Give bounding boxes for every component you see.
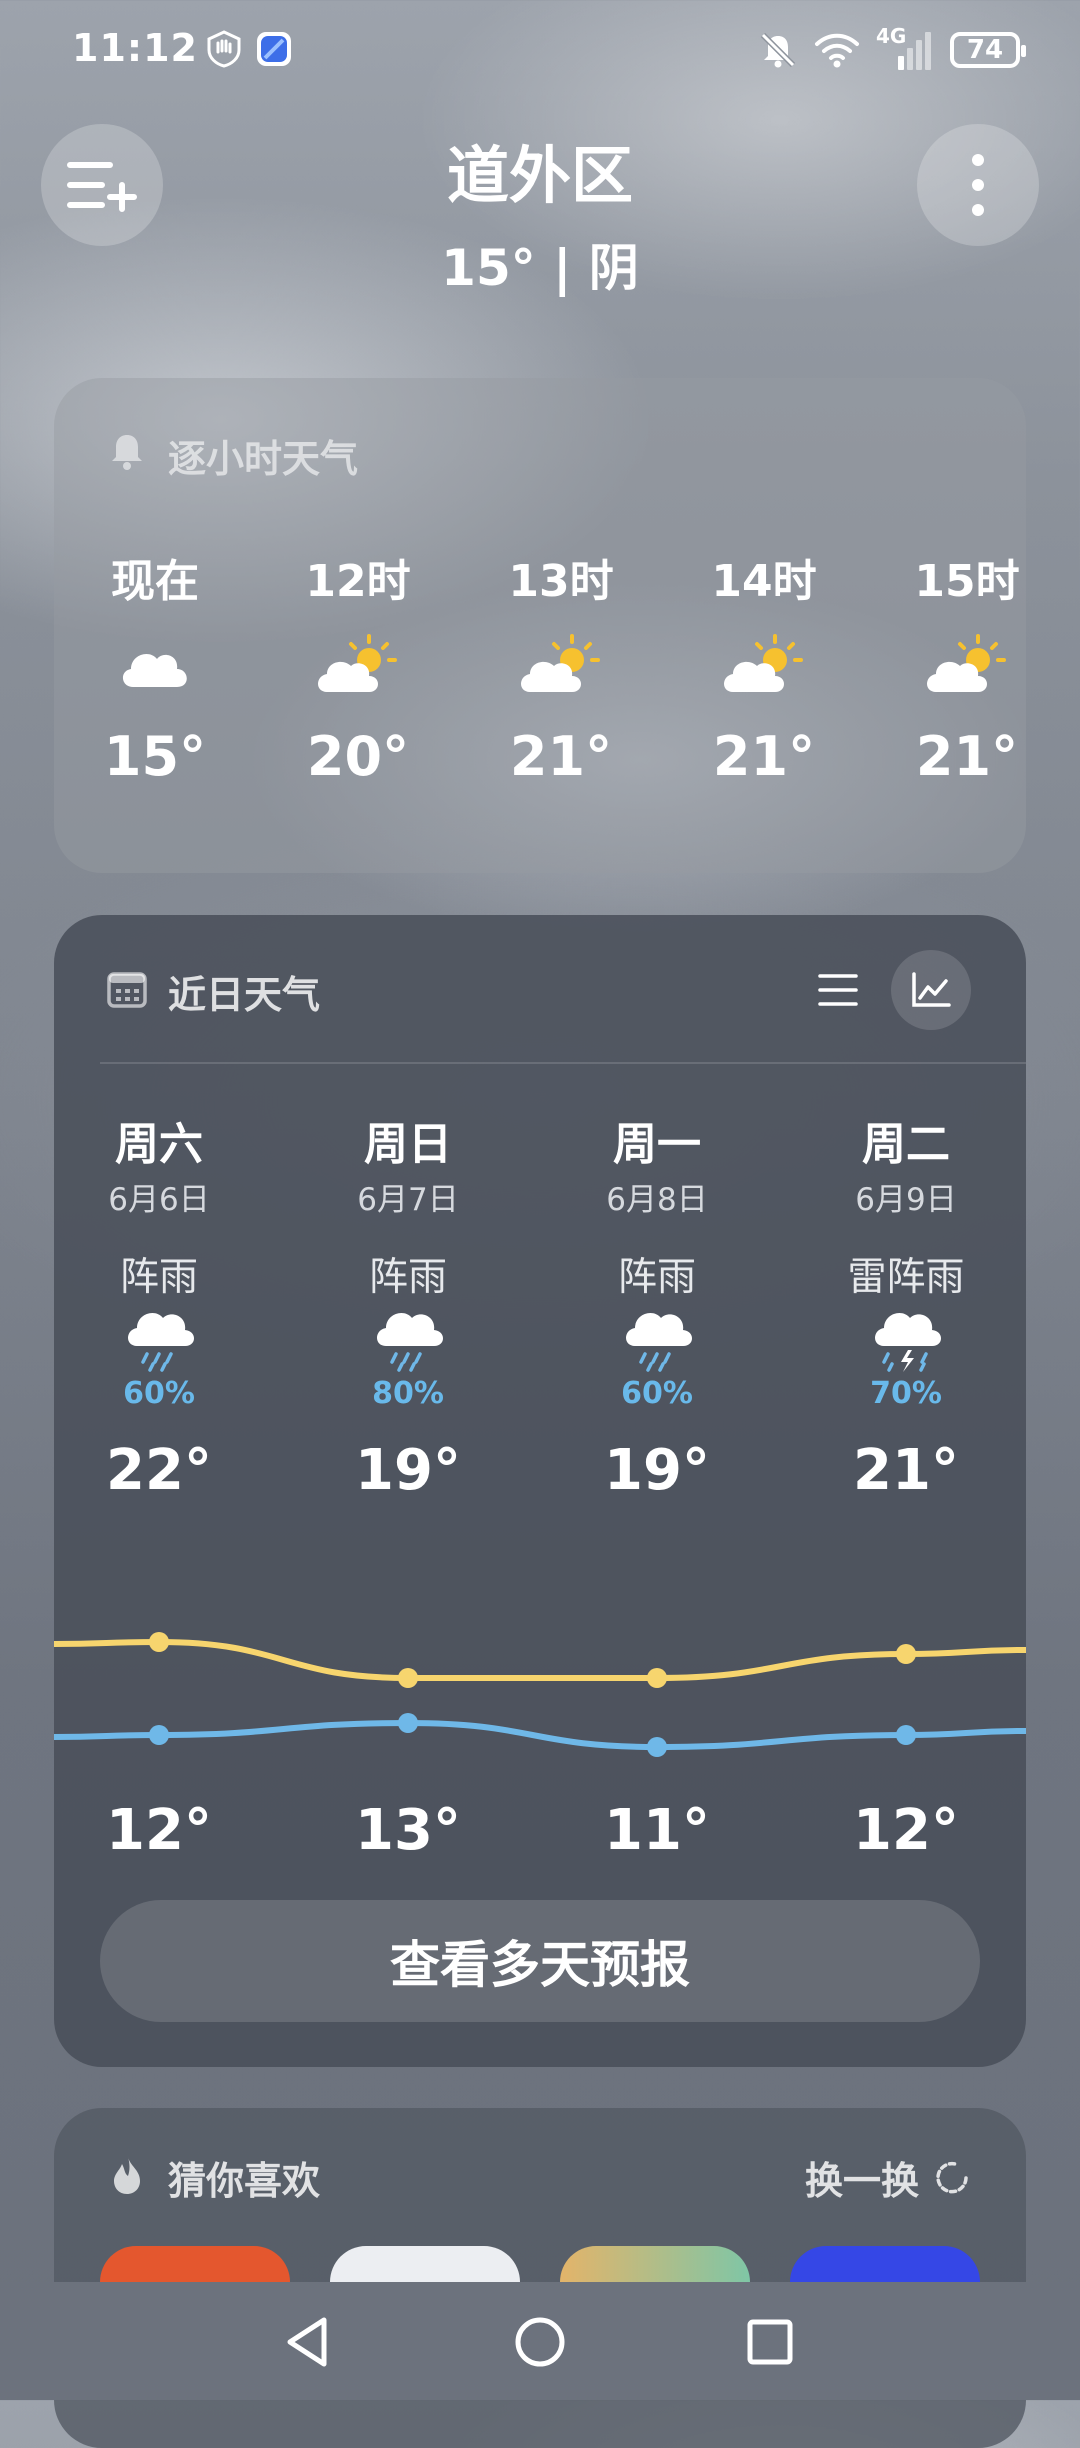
current-weather: 15° | 阴 xyxy=(441,239,639,297)
hourly-item: 13时 21° xyxy=(486,545,636,788)
day-precip: 80% xyxy=(372,1376,444,1411)
hand-shield-icon xyxy=(207,30,241,68)
day-date: 6月8日 xyxy=(606,1182,708,1218)
hourly-item: 现在 15° xyxy=(80,545,230,788)
rain-icon xyxy=(128,1313,194,1372)
day-date: 6月6日 xyxy=(108,1182,210,1218)
battery-level: 74 xyxy=(966,35,1004,65)
daily-title: 近日天气 xyxy=(168,973,321,1017)
battery-icon: 74 xyxy=(950,32,1026,68)
hourly-item: 14时 21° xyxy=(689,545,839,788)
flame-icon xyxy=(114,2157,140,2194)
low-temp-point xyxy=(149,1725,169,1745)
calendar-icon xyxy=(107,972,147,1008)
home-icon[interactable] xyxy=(508,2310,572,2374)
day-condition: 阵雨 xyxy=(368,1255,447,1300)
low-temp-point xyxy=(398,1713,418,1733)
hourly-time: 现在 xyxy=(111,556,199,607)
day-high: 22° xyxy=(106,1438,212,1503)
high-temp-line xyxy=(54,1638,1026,1681)
partly-sunny-icon xyxy=(318,634,397,692)
multi-day-forecast-label: 查看多天预报 xyxy=(390,1936,690,1994)
multi-day-forecast-button[interactable]: 查看多天预报 xyxy=(100,1900,980,2022)
status-right: 4G 74 xyxy=(758,24,1026,72)
day-condition: 阵雨 xyxy=(617,1255,696,1300)
day-date: 6月7日 xyxy=(357,1182,459,1218)
low-temp-point xyxy=(896,1725,916,1745)
day-weekday: 周一 xyxy=(613,1119,701,1170)
day-high: 19° xyxy=(355,1438,461,1503)
low-temp-line xyxy=(54,1719,1026,1751)
wifi-icon xyxy=(815,33,859,68)
refresh-label: 换一换 xyxy=(805,2159,920,2203)
rain-icon xyxy=(377,1313,443,1372)
mute-bell-icon xyxy=(760,32,796,68)
hourly-item: 15时 21° xyxy=(892,545,1042,788)
hourly-title: 逐小时天气 xyxy=(168,437,359,481)
partly-sunny-icon xyxy=(724,634,803,692)
partly-sunny-icon xyxy=(927,634,1006,692)
back-icon[interactable] xyxy=(276,2310,340,2374)
hourly-time: 12时 xyxy=(305,556,411,607)
day-column: 周二 6月9日 雷阵雨 70% 21° xyxy=(786,1108,1026,1503)
hourly-temp: 21° xyxy=(915,725,1019,788)
hourly-temp: 21° xyxy=(509,725,613,788)
recents-icon[interactable] xyxy=(738,2310,802,2374)
low-temp-point xyxy=(647,1737,667,1757)
signal-4g-icon: 4G xyxy=(876,24,934,72)
rain-icon xyxy=(626,1313,692,1372)
refresh-button[interactable]: 换一换 xyxy=(805,2150,973,2205)
line-chart-icon xyxy=(912,972,951,1007)
day-column: 周一 6月8日 阵雨 60% 19° xyxy=(537,1108,777,1503)
hourly-time: 13时 xyxy=(508,556,614,607)
high-temp-point xyxy=(398,1668,418,1688)
status-bar: 11:12 4G 74 xyxy=(0,0,1080,100)
temperature-chart xyxy=(54,1632,1026,1757)
day-condition: 雷阵雨 xyxy=(847,1255,965,1300)
partly-sunny-icon xyxy=(521,634,600,692)
day-precip: 60% xyxy=(621,1376,693,1411)
status-time: 11:12 xyxy=(72,26,198,70)
cloudy-icon xyxy=(122,654,187,687)
high-temp-point xyxy=(896,1644,916,1664)
thunderstorm-icon xyxy=(875,1313,941,1372)
day-low: 11° xyxy=(604,1798,710,1863)
hourly-time: 15时 xyxy=(914,556,1020,607)
hourly-time: 14时 xyxy=(711,556,817,607)
day-weekday: 周日 xyxy=(364,1119,452,1170)
day-low: 12° xyxy=(853,1798,959,1863)
day-column: 周六 6月6日 阵雨 60% 22° xyxy=(39,1108,279,1503)
day-weekday: 周六 xyxy=(115,1119,203,1170)
hourly-temp: 20° xyxy=(306,725,410,788)
day-low: 13° xyxy=(355,1798,461,1863)
app-badge-icon xyxy=(257,32,291,66)
day-precip: 70% xyxy=(870,1376,942,1411)
day-high: 21° xyxy=(853,1438,959,1503)
list-icon xyxy=(818,974,858,1006)
day-condition: 阵雨 xyxy=(119,1255,198,1300)
day-high: 19° xyxy=(604,1438,710,1503)
chart-view-button[interactable] xyxy=(891,950,971,1030)
more-vertical-icon xyxy=(972,154,984,216)
bell-icon xyxy=(112,435,142,470)
refresh-icon xyxy=(936,2161,968,2193)
hourly-temp: 21° xyxy=(712,725,816,788)
day-precip: 60% xyxy=(123,1376,195,1411)
high-temp-point xyxy=(647,1668,667,1688)
day-weekday: 周二 xyxy=(862,1119,950,1170)
high-temp-point xyxy=(149,1632,169,1652)
recommend-title: 猜你喜欢 xyxy=(168,2159,321,2203)
daily-divider xyxy=(100,1062,1026,1064)
day-low: 12° xyxy=(106,1798,212,1863)
day-date: 6月9日 xyxy=(855,1182,957,1218)
more-options-button[interactable] xyxy=(917,124,1039,246)
hourly-temp: 15° xyxy=(103,725,207,788)
day-column: 周日 6月7日 阵雨 80% 19° xyxy=(288,1108,528,1503)
list-view-button[interactable] xyxy=(806,958,870,1022)
hourly-item: 12时 20° xyxy=(283,545,433,788)
